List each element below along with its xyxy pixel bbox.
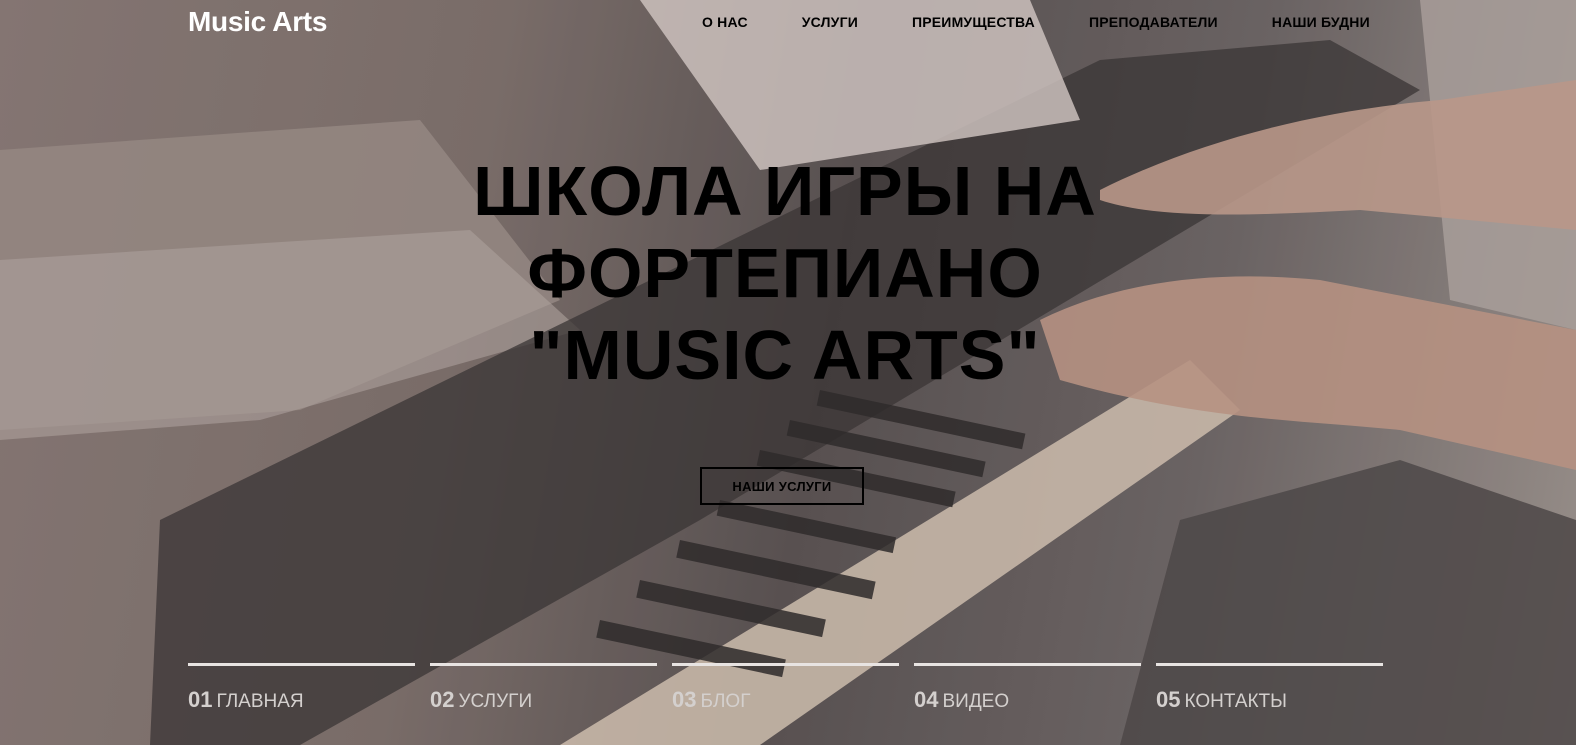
slide-number: 01 xyxy=(188,687,213,712)
slide-progress-bar xyxy=(914,663,1141,666)
slide-number: 03 xyxy=(672,687,697,712)
slide-label: ГЛАВНАЯ xyxy=(216,691,304,712)
slide-number: 02 xyxy=(430,687,455,712)
slide-progress-bar xyxy=(1156,663,1383,666)
slide-progress-bar xyxy=(430,663,657,666)
slide-progress-bar xyxy=(672,663,899,666)
site-logo[interactable]: Music Arts xyxy=(188,6,327,38)
slide-tab-contacts[interactable]: 05 КОНТАКТЫ xyxy=(1156,663,1383,723)
our-services-button[interactable]: НАШИ УСЛУГИ xyxy=(700,467,864,505)
nav-link-advantages[interactable]: ПРЕИМУЩЕСТВА xyxy=(912,14,1035,30)
hero-title: ШКОЛА ИГРЫ НА ФОРТЕПИАНО "MUSIC ARTS" xyxy=(380,150,1190,396)
slide-tab-blog[interactable]: 03 БЛОГ xyxy=(672,663,899,723)
slide-label: БЛОГ xyxy=(700,691,751,712)
slide-label: УСЛУГИ xyxy=(458,691,533,712)
nav-link-about[interactable]: О НАС xyxy=(702,14,748,30)
slide-label: КОНТАКТЫ xyxy=(1184,691,1287,712)
hero-title-line-1: ШКОЛА ИГРЫ НА xyxy=(473,152,1097,230)
slide-number: 04 xyxy=(914,687,939,712)
nav-link-services[interactable]: УСЛУГИ xyxy=(802,14,858,30)
slide-number: 05 xyxy=(1156,687,1181,712)
hero-title-line-3: "MUSIC ARTS" xyxy=(529,316,1041,394)
slide-progress-bar xyxy=(188,663,415,666)
slide-tab-video[interactable]: 04 ВИДЕО xyxy=(914,663,1141,723)
nav-link-daily-life[interactable]: НАШИ БУДНИ xyxy=(1272,14,1370,30)
slide-label: ВИДЕО xyxy=(942,691,1010,712)
slide-tab-home[interactable]: 01 ГЛАВНАЯ xyxy=(188,663,415,723)
nav-link-teachers[interactable]: ПРЕПОДАВАТЕЛИ xyxy=(1089,14,1218,30)
slide-tab-services[interactable]: 02 УСЛУГИ xyxy=(430,663,657,723)
main-nav: О НАС УСЛУГИ ПРЕИМУЩЕСТВА ПРЕПОДАВАТЕЛИ … xyxy=(702,14,1370,30)
hero-title-line-2: ФОРТЕПИАНО xyxy=(527,234,1043,312)
